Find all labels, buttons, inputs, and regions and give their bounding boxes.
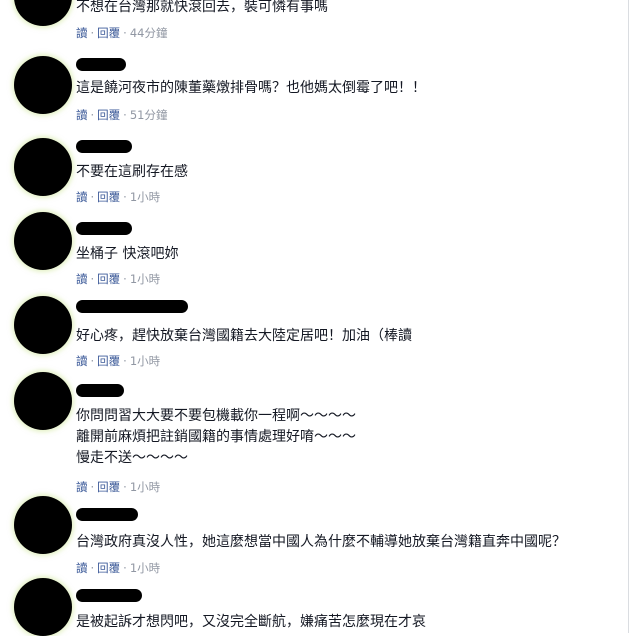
read-link[interactable]: 讀 (76, 272, 88, 286)
meta-separator: · (90, 190, 95, 204)
comment-meta: 讀 · 回覆 · 1小時 (76, 271, 160, 287)
comment-line: 好心疼，趕快放棄台灣國籍去大陸定居吧！加油（棒讀 (76, 328, 412, 344)
comment-text: 坐桶子 快滾吧妳 (76, 244, 178, 265)
reply-link[interactable]: 回覆 (97, 561, 120, 575)
comment-text: 好心疼，趕快放棄台灣國籍去大陸定居吧！加油（棒讀 (76, 326, 412, 347)
meta-separator: · (123, 190, 127, 204)
comment-line: 台灣政府真沒人性，她這麼想當中國人為什麼不輔導她放棄台灣籍直奔中國呢？ (76, 534, 566, 550)
comment-text: 你問問習大大要不要包機載你一程啊～～～～ 離開前麻煩把註銷國籍的事情處理好唷～～… (76, 406, 356, 469)
comment-meta: 讀 · 回覆 · 44分鐘 (76, 25, 167, 41)
avatar[interactable] (14, 56, 72, 114)
meta-separator: · (123, 480, 127, 494)
meta-separator: · (123, 272, 127, 286)
comment-text: 不要在這刷存在感 (76, 162, 188, 183)
comment-text: 是被起訴才想閃吧，又沒完全斷航，嫌痛苦怎麼現在才哀 (76, 612, 426, 633)
avatar[interactable] (14, 578, 72, 636)
comment-meta: 讀 · 回覆 · 51分鐘 (76, 107, 167, 123)
comment-timestamp[interactable]: 1小時 (130, 561, 160, 575)
read-link[interactable]: 讀 (76, 480, 88, 494)
comment-meta: 讀 · 回覆 · 1小時 (76, 560, 160, 576)
comment-line: 不要在這刷存在感 (76, 164, 188, 180)
feed-divider (628, 0, 629, 633)
commenter-name[interactable] (76, 589, 142, 602)
meta-separator: · (90, 561, 95, 575)
commenter-name[interactable] (76, 300, 188, 313)
reply-link[interactable]: 回覆 (97, 480, 120, 494)
commenter-name[interactable] (76, 222, 132, 235)
comment-text: 不想在台灣那就快滾回去，裝可憐有事嗎 (76, 0, 328, 18)
comment-line: 慢走不送～～～～ (76, 450, 188, 466)
meta-separator: · (123, 561, 127, 575)
reply-link[interactable]: 回覆 (97, 190, 120, 204)
comment-timestamp[interactable]: 51分鐘 (130, 108, 168, 122)
meta-separator: · (123, 354, 127, 368)
meta-separator: · (90, 480, 95, 494)
comment-line: 是被起訴才想閃吧，又沒完全斷航，嫌痛苦怎麼現在才哀 (76, 614, 426, 630)
comment-meta: 讀 · 回覆 · 1小時 (76, 479, 160, 495)
meta-separator: · (90, 272, 95, 286)
meta-separator: · (90, 354, 95, 368)
avatar[interactable] (14, 138, 72, 196)
comment-meta: 讀 · 回覆 · 1小時 (76, 189, 160, 205)
commenter-name[interactable] (76, 384, 124, 397)
comment-line: 不想在台灣那就快滾回去，裝可憐有事嗎 (76, 0, 328, 15)
meta-separator: · (123, 108, 127, 122)
read-link[interactable]: 讀 (76, 354, 88, 368)
comment-line: 這是饒河夜市的陳董藥燉排骨嗎？也他媽太倒霉了吧！！ (76, 80, 426, 96)
avatar[interactable] (14, 496, 72, 554)
reply-link[interactable]: 回覆 (97, 272, 120, 286)
read-link[interactable]: 讀 (76, 108, 88, 122)
comment-text: 這是饒河夜市的陳董藥燉排骨嗎？也他媽太倒霉了吧！！ (76, 78, 426, 99)
avatar[interactable] (14, 372, 72, 430)
meta-separator: · (123, 26, 127, 40)
read-link[interactable]: 讀 (76, 190, 88, 204)
meta-separator: · (90, 26, 95, 40)
comment-timestamp[interactable]: 1小時 (130, 354, 160, 368)
read-link[interactable]: 讀 (76, 561, 88, 575)
avatar[interactable] (14, 0, 72, 26)
commenter-name[interactable] (76, 140, 132, 153)
read-link[interactable]: 讀 (76, 26, 88, 40)
comment-timestamp[interactable]: 1小時 (130, 190, 160, 204)
avatar[interactable] (14, 212, 72, 270)
meta-separator: · (90, 108, 95, 122)
comment-timestamp[interactable]: 44分鐘 (130, 26, 168, 40)
comment-timestamp[interactable]: 1小時 (130, 480, 160, 494)
commenter-name[interactable] (76, 58, 126, 71)
comment-line: 你問問習大大要不要包機載你一程啊～～～～ (76, 408, 356, 424)
comment-line: 坐桶子 快滾吧妳 (76, 246, 179, 262)
comment-meta: 讀 · 回覆 · 1小時 (76, 353, 160, 369)
comment-text: 台灣政府真沒人性，她這麼想當中國人為什麼不輔導她放棄台灣籍直奔中國呢？ (76, 532, 566, 553)
avatar[interactable] (14, 296, 72, 354)
reply-link[interactable]: 回覆 (97, 26, 120, 40)
reply-link[interactable]: 回覆 (97, 108, 120, 122)
reply-link[interactable]: 回覆 (97, 354, 120, 368)
comment-line: 離開前麻煩把註銷國籍的事情處理好唷～～～ (76, 429, 356, 445)
commenter-name[interactable] (76, 508, 138, 521)
comment-timestamp[interactable]: 1小時 (130, 272, 160, 286)
comment-feed: 不想在台灣那就快滾回去，裝可憐有事嗎 讀 · 回覆 · 44分鐘 這是饒河夜市的陳董藥燉… (0, 0, 640, 636)
